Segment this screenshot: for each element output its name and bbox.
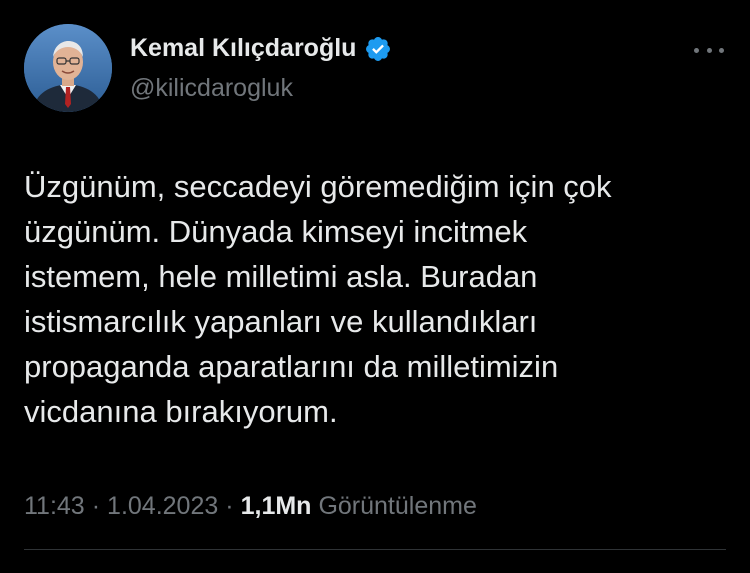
tweet-meta: 11:43 · 1.04.2023 · 1,1Mn Görüntülenme — [24, 492, 477, 521]
profile-photo — [24, 24, 112, 112]
meta-separator: · — [225, 492, 234, 520]
tweet-time[interactable]: 11:43 — [24, 492, 85, 521]
meta-separator: · — [91, 492, 101, 520]
tweet-card: Kemal Kılıçdaroğlu @kilicdarogluk Üzgünü… — [0, 0, 750, 573]
more-dot — [706, 47, 712, 53]
verified-badge-icon[interactable] — [364, 35, 392, 63]
more-dot — [694, 47, 699, 53]
tweet-date[interactable]: 1.04.2023 — [107, 492, 218, 521]
tweet-text-line: propaganda aparatlarını da milletimizin — [24, 349, 559, 384]
tweet-text-line: üzgünüm. Dünyada kimseyi incitmek — [24, 214, 528, 249]
tweet-text: Üzgünüm, seccadeyi göremediğim için çok … — [24, 164, 724, 434]
tweet-text-line: vicdanına bırakıyorum. — [24, 394, 338, 429]
more-options-icon[interactable] — [694, 40, 724, 60]
author-name-text[interactable]: Kemal Kılıçdaroğlu — [130, 34, 356, 63]
views-label[interactable]: Görüntülenme — [318, 492, 476, 521]
author-handle[interactable]: @kilicdarogluk — [130, 74, 293, 103]
tweet-text-line: Üzgünüm, seccadeyi göremediğim için çok — [24, 169, 612, 204]
views-count[interactable]: 1,1Mn — [241, 492, 312, 521]
more-dot — [719, 47, 724, 53]
avatar[interactable] — [24, 24, 112, 112]
tweet-text-line: istemem, hele milletimi asla. Buradan — [24, 259, 538, 294]
tweet-text-line: istismarcılık yapanları ve kullandıkları — [24, 304, 538, 339]
divider — [24, 549, 726, 550]
author-name[interactable]: Kemal Kılıçdaroğlu — [130, 34, 392, 63]
